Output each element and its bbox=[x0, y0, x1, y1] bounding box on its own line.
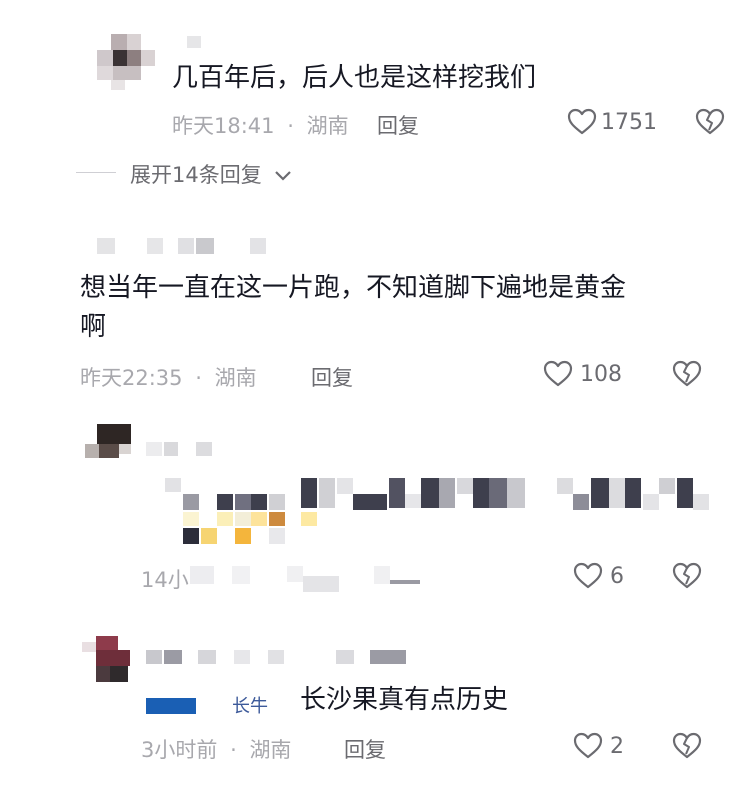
avatar[interactable] bbox=[97, 238, 115, 254]
comment-time: 昨天22:35 bbox=[80, 366, 183, 390]
broken-heart-icon[interactable] bbox=[695, 108, 725, 136]
comment-meta: 昨天18:41 · 湖南 bbox=[172, 110, 349, 140]
broken-heart-icon[interactable] bbox=[672, 562, 702, 590]
meta-separator: · bbox=[195, 366, 202, 390]
mention-tag-blurred[interactable] bbox=[146, 698, 196, 714]
expand-replies-button[interactable]: 展开14条回复 bbox=[130, 159, 292, 189]
reply-button[interactable]: 回复 bbox=[377, 110, 419, 140]
like-count: 108 bbox=[580, 362, 622, 387]
broken-heart-icon[interactable] bbox=[672, 360, 702, 388]
comment-location: 湖南 bbox=[306, 114, 349, 138]
avatar[interactable] bbox=[82, 636, 134, 684]
comment-text: 长沙果真有点历史 bbox=[300, 685, 509, 715]
heart-outline-icon[interactable] bbox=[573, 732, 603, 760]
reply-button[interactable]: 回复 bbox=[344, 734, 386, 764]
comment-location: 湖南 bbox=[249, 738, 292, 762]
like-count: 2 bbox=[610, 734, 624, 759]
comment-time: 3小时前 bbox=[141, 738, 218, 762]
like-count: 1751 bbox=[601, 110, 657, 135]
broken-heart-icon[interactable] bbox=[672, 732, 702, 760]
like-count: 6 bbox=[610, 564, 624, 589]
expand-label: 展开14条回复 bbox=[130, 163, 262, 187]
username-blurred[interactable] bbox=[187, 36, 201, 48]
mention-partial[interactable]: 长牛 bbox=[232, 692, 268, 718]
heart-outline-icon[interactable] bbox=[543, 360, 573, 388]
comment-text-line-1: 想当年一直在这一片跑，不知道脚下遍地是黄金 bbox=[80, 273, 627, 303]
comment-time: 昨天18:41 bbox=[172, 114, 275, 138]
avatar[interactable] bbox=[85, 424, 135, 464]
avatar[interactable] bbox=[97, 34, 159, 92]
meta-separator: · bbox=[287, 114, 294, 138]
comment-meta: 昨天22:35 · 湖南 bbox=[80, 362, 257, 392]
comment-text: 几百年后，后人也是这样挖我们 bbox=[172, 63, 537, 93]
chevron-down-icon bbox=[274, 170, 292, 182]
heart-outline-icon[interactable] bbox=[567, 108, 597, 136]
comment-meta: 3小时前 · 湖南 bbox=[141, 734, 291, 764]
comment-location: 湖南 bbox=[214, 366, 257, 390]
comment-time: 14小 bbox=[141, 568, 189, 592]
reply-button[interactable]: 回复 bbox=[311, 362, 353, 392]
heart-outline-icon[interactable] bbox=[573, 562, 603, 590]
expand-divider bbox=[76, 172, 116, 173]
comment-text-line-2: 啊 bbox=[80, 312, 107, 342]
meta-separator: · bbox=[230, 738, 237, 762]
